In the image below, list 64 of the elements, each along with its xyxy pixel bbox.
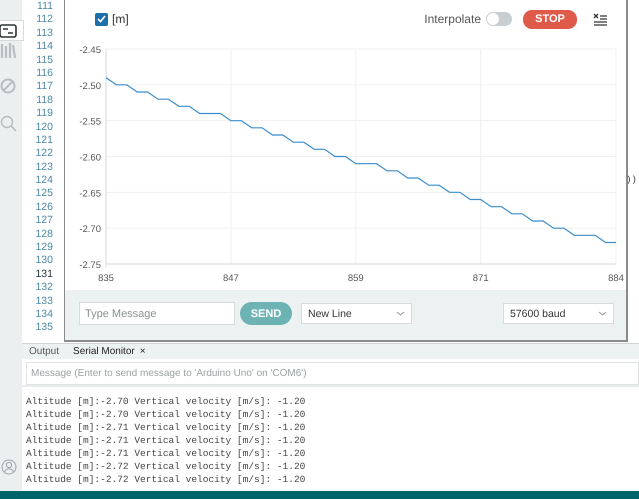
line-number: 115: [35, 54, 54, 67]
y-tick-label: -2.55: [79, 116, 101, 128]
line-number: 131: [34, 268, 54, 282]
x-tick-label: 871: [472, 273, 489, 284]
line-number: 116: [35, 66, 54, 80]
line-number: 135: [34, 321, 54, 335]
series-checkbox[interactable]: [95, 12, 108, 26]
line-number: 129: [34, 241, 54, 254]
panel-tab[interactable]: Output: [29, 346, 60, 357]
line-number: 132: [34, 281, 54, 295]
serial-output-line: Altitude [m]:-2.71 Vertical velocity [m/s]: -1.20: [26, 447, 306, 460]
line-number: 121: [34, 134, 54, 148]
interpolate-toggle[interactable]: [486, 12, 512, 26]
interpolate-label: Interpolate: [424, 12, 481, 26]
line-number: 126: [34, 200, 54, 214]
serial-message-input[interactable]: Message (Enter to send message to 'Arduino Uno' on 'COM6'): [26, 362, 639, 385]
line-number: 120: [34, 120, 54, 134]
y-tick-label: -2.60: [79, 152, 101, 164]
panel-tab[interactable]: Serial Monitor ×: [73, 346, 146, 357]
board-icon[interactable]: [0, 24, 17, 38]
line-number: 114: [35, 40, 54, 54]
serial-output-line: Altitude [m]:-2.71 Vertical velocity [m/s]: -1.20: [26, 434, 306, 447]
y-tick-label: -2.75: [79, 260, 101, 271]
chevron-down-icon: [598, 311, 607, 316]
line-number: 133: [34, 294, 54, 308]
line-number: 123: [34, 160, 54, 174]
serial-output-line: Altitude [m]:-2.70 Vertical velocity [m/s]: -1.20: [26, 408, 306, 421]
chevron-down-icon: [396, 311, 405, 316]
search-icon[interactable]: [0, 115, 16, 132]
line-number: 113: [35, 26, 54, 40]
line-number: 111: [36, 0, 54, 14]
serial-output-line: Altitude [m]:-2.70 Vertical velocity [m/s]: -1.20: [26, 395, 306, 408]
baud-rate-dropdown[interactable]: 57600 baud: [503, 303, 614, 324]
line-number: 112: [35, 13, 54, 27]
line-number: 125: [34, 187, 54, 201]
close-tab-button[interactable]: ×: [140, 346, 146, 357]
line-number: 134: [34, 308, 54, 322]
code-text: )): [626, 175, 637, 186]
prohibited-icon[interactable]: [0, 78, 16, 94]
line-number: 130: [34, 254, 54, 268]
line-number: 118: [35, 94, 54, 108]
y-tick-label: -2.45: [79, 45, 101, 56]
y-tick-label: -2.50: [79, 80, 101, 92]
y-tick-label: -2.70: [79, 224, 101, 236]
line-number: 117: [35, 80, 54, 94]
line-number: 119: [35, 107, 54, 121]
line-number: 122: [34, 147, 54, 161]
stop-button[interactable]: STOP: [523, 10, 577, 28]
x-tick-label: 847: [222, 273, 239, 284]
line-number: 124: [34, 174, 54, 188]
serial-output-line: Altitude [m]:-2.71 Vertical velocity [m/s]: -1.20: [26, 421, 306, 434]
x-tick-label: 884: [608, 273, 624, 284]
series-label: [m]: [112, 12, 129, 26]
message-input[interactable]: Type Message: [79, 302, 235, 325]
y-tick-label: -2.65: [79, 188, 101, 200]
x-tick-label: 835: [98, 273, 114, 284]
serial-output-line: Altitude [m]:-2.72 Vertical velocity [m/s]: -1.20: [26, 460, 306, 473]
line-number: 127: [34, 214, 54, 228]
user-icon[interactable]: [1, 459, 17, 475]
serial-output-line: Altitude [m]:-2.72 Vertical velocity [m/s]: -1.20: [26, 473, 306, 486]
line-ending-dropdown[interactable]: New Line: [301, 303, 412, 324]
x-tick-label: 859: [348, 273, 364, 284]
clear-icon[interactable]: [593, 12, 608, 26]
line-number: 128: [34, 228, 54, 242]
